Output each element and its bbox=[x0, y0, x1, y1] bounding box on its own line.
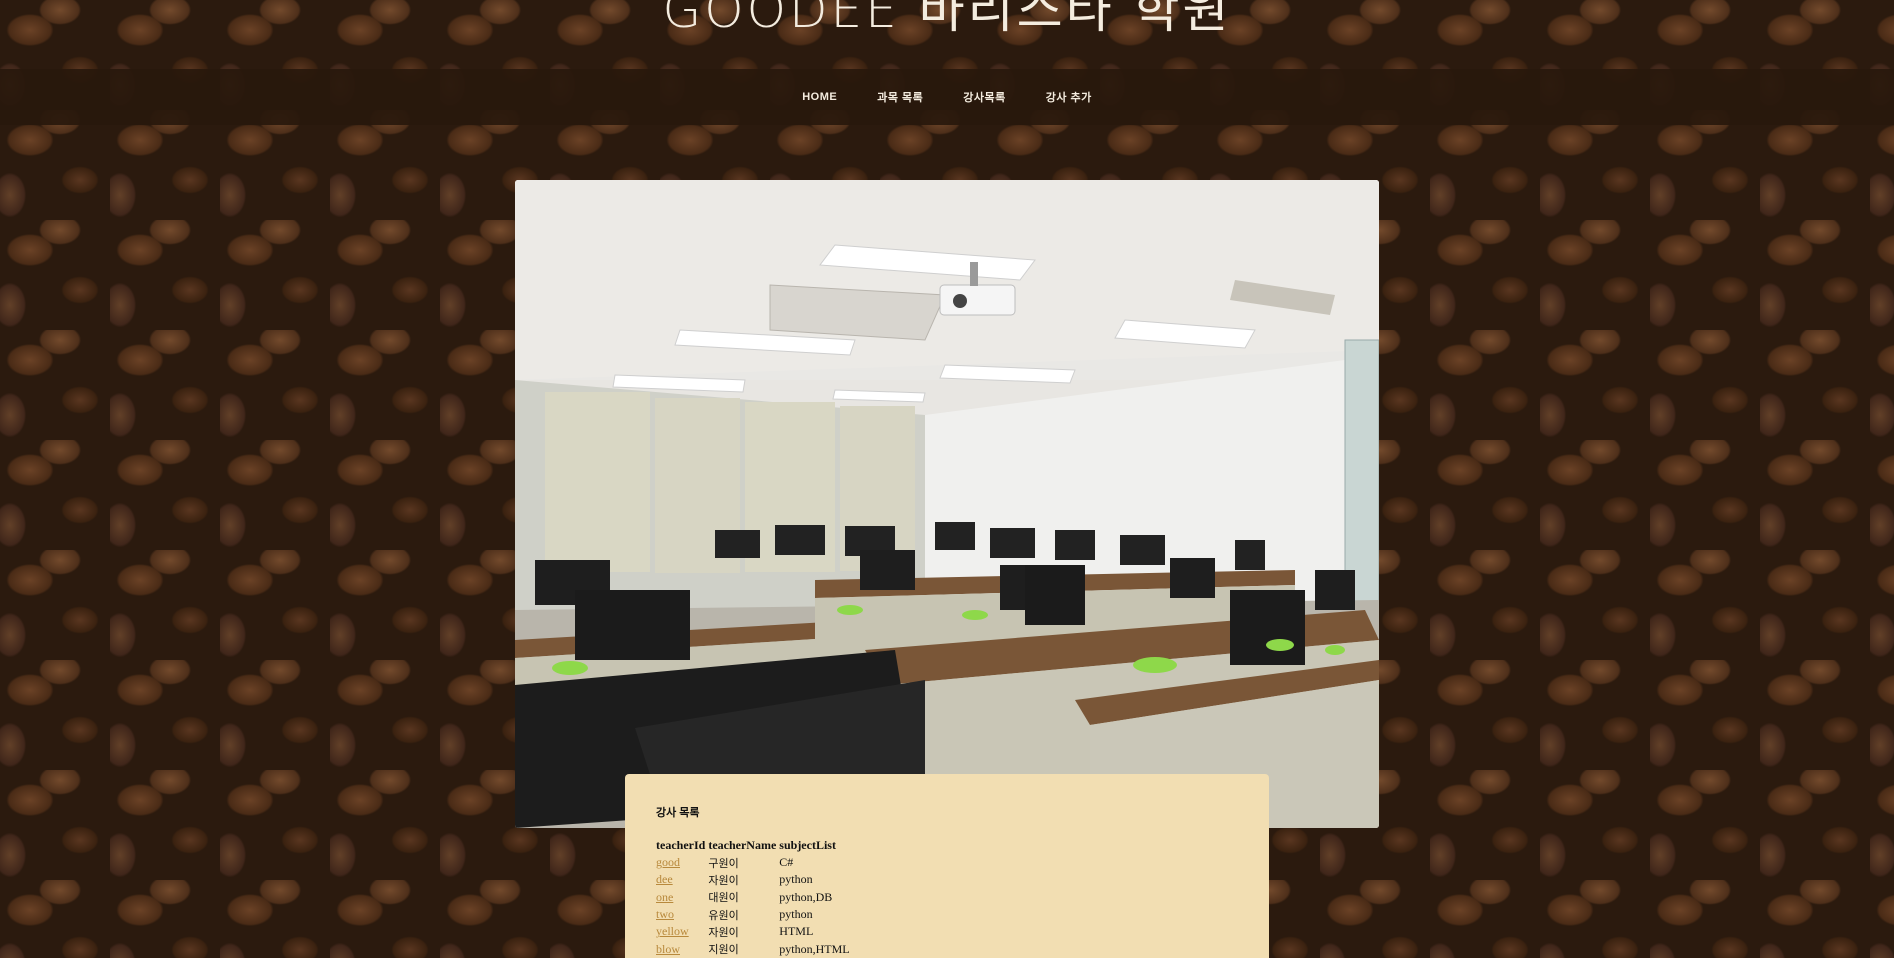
site-header: GOODEE 바리스타 학원 bbox=[0, 0, 1894, 68]
panel-title: 강사 목록 bbox=[656, 807, 700, 819]
site-title: GOODEE 바리스타 학원 bbox=[662, 0, 1232, 39]
teacher-name-cell: 자원이 bbox=[708, 873, 739, 887]
subject-list-cell: python,DB bbox=[779, 889, 833, 904]
subject-list-cell: python bbox=[779, 872, 813, 887]
subject-list-cell: python bbox=[779, 907, 813, 922]
teacher-name-cell: 유원이 bbox=[708, 908, 739, 922]
teacher-id-link[interactable]: blow bbox=[656, 942, 680, 956]
table-row: good 구원이 C# bbox=[655, 854, 851, 871]
teacher-name-cell: 대원이 bbox=[708, 891, 739, 905]
nav-home[interactable]: HOME bbox=[802, 91, 837, 103]
nav-teacher-list[interactable]: 강사목록 bbox=[963, 89, 1005, 105]
column-header-teacher-id: teacherId bbox=[656, 837, 706, 852]
classroom-photo bbox=[515, 180, 1379, 828]
table-row: yellow 자원이 HTML bbox=[655, 923, 851, 940]
column-header-teacher-name: teacherName bbox=[708, 837, 777, 852]
column-header-subject-list: subjectList bbox=[779, 837, 836, 852]
teacher-name-cell: 구원이 bbox=[708, 856, 739, 870]
nav-add-teacher[interactable]: 강사 추가 bbox=[1046, 89, 1092, 105]
nav-subject-list[interactable]: 과목 목록 bbox=[877, 89, 923, 105]
teacher-id-link[interactable]: one bbox=[656, 890, 673, 904]
teacher-id-link[interactable]: dee bbox=[656, 872, 673, 886]
main-navbar: HOME 과목 목록 강사목록 강사 추가 bbox=[0, 69, 1894, 125]
subject-list-cell: python,HTML bbox=[779, 941, 850, 956]
teacher-list-panel: 강사 목록 teacherId teacherName subjectList … bbox=[625, 774, 1269, 958]
teacher-id-link[interactable]: yellow bbox=[656, 924, 689, 938]
table-row: one 대원이 python,DB bbox=[655, 889, 851, 906]
teacher-table: teacherId teacherName subjectList good 구… bbox=[655, 836, 851, 958]
subject-list-cell: C# bbox=[779, 855, 794, 870]
teacher-id-link[interactable]: two bbox=[656, 907, 674, 921]
teacher-name-cell: 지원이 bbox=[708, 943, 739, 957]
table-header-row: teacherId teacherName subjectList bbox=[655, 836, 851, 854]
table-row: blow 지원이 python,HTML bbox=[655, 940, 851, 957]
teacher-id-link[interactable]: good bbox=[656, 855, 680, 869]
teacher-name-cell: 자원이 bbox=[708, 925, 739, 939]
subject-list-cell: HTML bbox=[779, 924, 814, 939]
table-row: dee 자원이 python bbox=[655, 871, 851, 888]
table-row: two 유원이 python bbox=[655, 906, 851, 923]
